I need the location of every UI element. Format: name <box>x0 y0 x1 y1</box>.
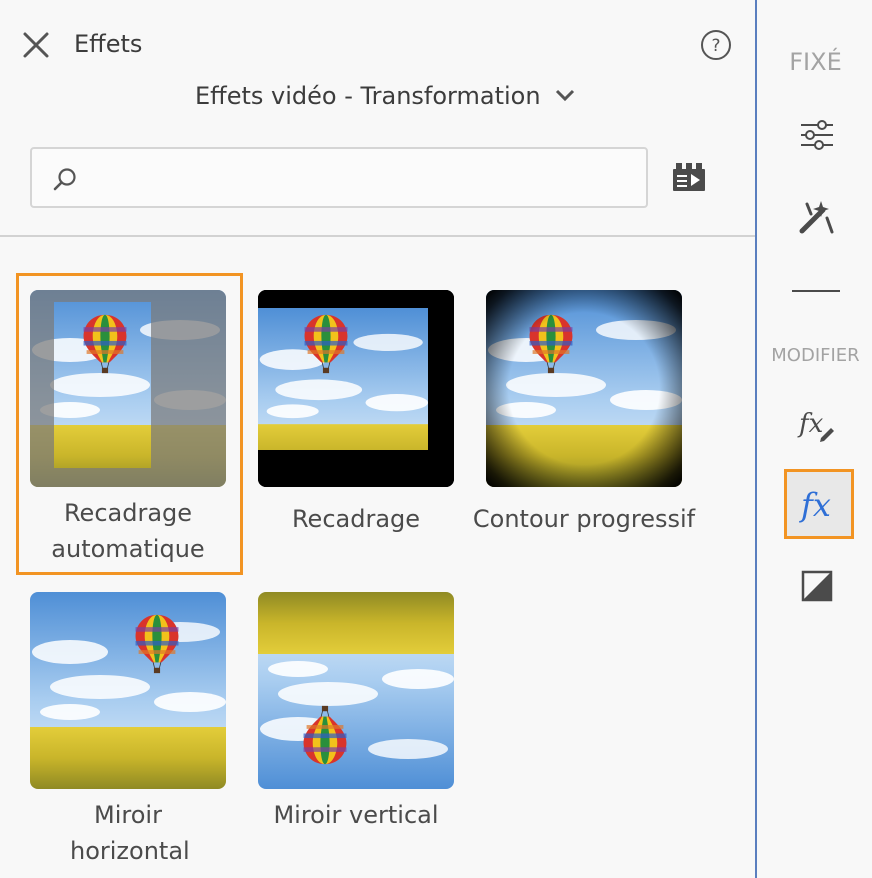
effects-panel: Effets ? Effets vidéo - Transformation R… <box>0 0 755 878</box>
color-contrast-icon[interactable] <box>797 566 837 606</box>
magic-wand-icon[interactable] <box>797 198 837 238</box>
close-icon[interactable] <box>20 29 52 61</box>
effect-thumbnail <box>30 592 226 789</box>
svg-text:fx: fx <box>797 409 824 439</box>
effect-tile-feather[interactable]: Contour progressif <box>473 290 695 537</box>
fx-edit-icon[interactable]: fx <box>797 404 837 444</box>
svg-text:fx: fx <box>799 486 831 524</box>
adjust-sliders-icon[interactable] <box>797 116 837 156</box>
svg-text:?: ? <box>711 36 720 56</box>
effect-label: Miroir vertical <box>273 801 439 829</box>
search-field[interactable] <box>30 147 648 208</box>
video-preview-icon[interactable] <box>672 162 706 192</box>
effect-label: Miroir horizontal <box>70 801 190 865</box>
modify-heading: MODIFIER <box>771 345 860 366</box>
help-icon[interactable]: ? <box>699 28 731 60</box>
effect-tile-mirror-horizontal[interactable]: Miroir horizontal <box>30 592 226 869</box>
search-input[interactable] <box>88 159 632 199</box>
panel-title: Effets <box>74 30 143 58</box>
effect-tile-crop[interactable]: Recadrage <box>258 290 454 537</box>
effect-thumbnail <box>486 290 682 487</box>
divider <box>0 235 755 237</box>
rail-divider <box>792 290 840 292</box>
effect-tile-auto-crop[interactable]: Recadrage automatique <box>30 290 226 567</box>
effect-label: Contour progressif <box>472 505 696 533</box>
effect-thumbnail <box>30 290 226 487</box>
effect-label: Recadrage <box>291 505 421 533</box>
chevron-down-icon <box>555 81 575 109</box>
effect-thumbnail <box>258 592 454 789</box>
effect-label: Recadrage automatique <box>51 499 205 563</box>
effect-tile-mirror-vertical[interactable]: Miroir vertical <box>258 592 454 833</box>
search-icon <box>52 166 78 196</box>
pinned-heading: FIXÉ <box>789 48 842 76</box>
category-label: Effets vidéo - Transformation <box>195 82 541 110</box>
category-dropdown[interactable]: Effets vidéo - Transformation <box>195 82 575 110</box>
fx-icon[interactable]: fx <box>784 469 854 539</box>
effect-thumbnail <box>258 290 454 487</box>
